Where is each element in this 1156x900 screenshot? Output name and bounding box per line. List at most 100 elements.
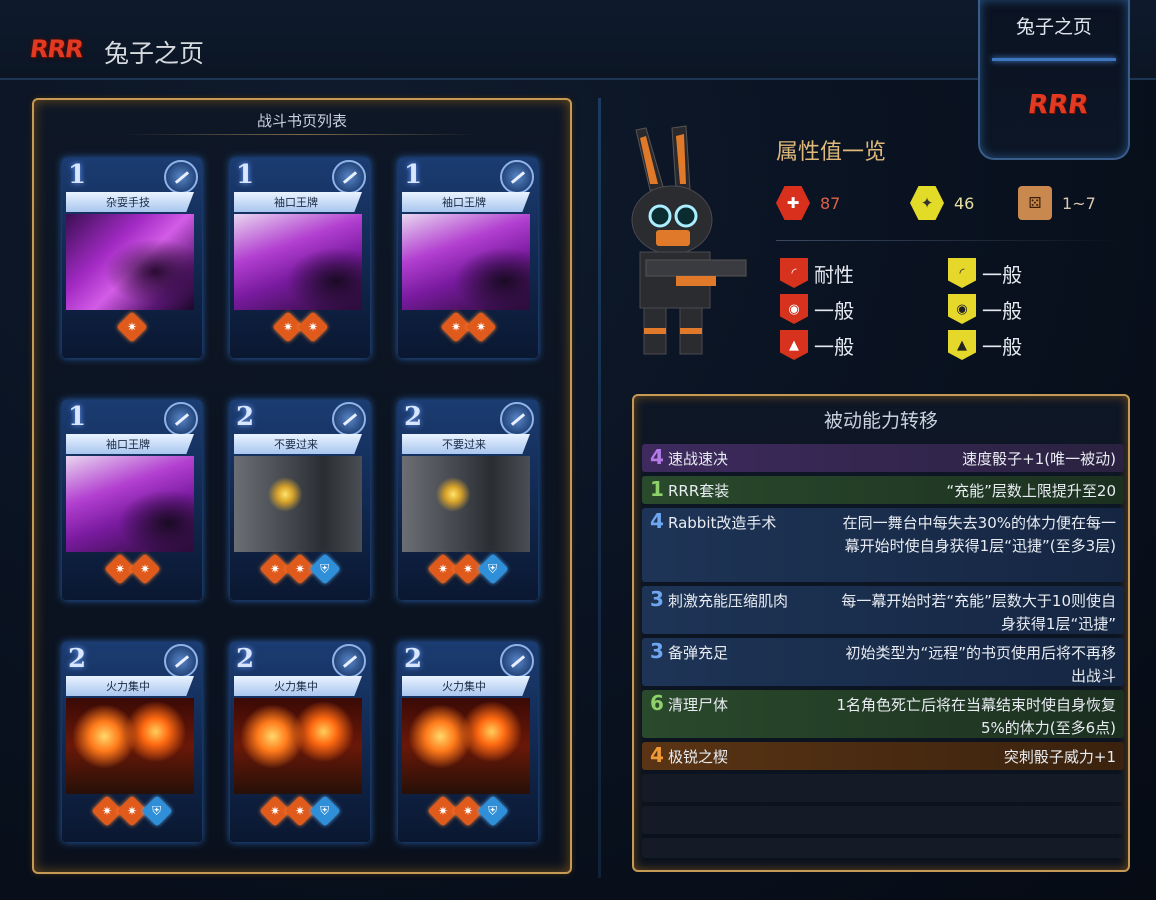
card-cost: 2 — [236, 402, 255, 432]
card-name: 不要过来 — [274, 438, 318, 451]
passive-row[interactable]: 4 Rabbit改造手术 在同一舞台中每失去30%的体力便在每一幕开始时使自身获得1… — [642, 508, 1124, 582]
combat-page-card[interactable]: 1 袖口王牌 ✷ ✷ — [62, 400, 202, 600]
attack-die-icon: ✷ — [116, 311, 148, 343]
panel-separator — [598, 98, 601, 878]
passive-cost: 3 — [650, 639, 664, 663]
card-cost: 2 — [404, 402, 423, 432]
pierce-icon: ◉ — [948, 294, 976, 324]
attack-die-icon: ✷ — [128, 553, 161, 585]
card-dice-row: ✷ ✷ — [398, 311, 538, 343]
card-dice-row: ✷ ✷ ⛨ — [230, 553, 370, 585]
passive-description: 突刺骰子威力+1 — [1003, 748, 1116, 766]
card-artwork — [234, 214, 362, 310]
card-artwork — [66, 214, 194, 310]
card-name: 袖口王牌 — [442, 196, 486, 209]
combat-page-card[interactable]: 1 杂耍手技 ✷ — [62, 158, 202, 358]
card-cost: 1 — [404, 160, 423, 190]
card-artwork — [234, 698, 362, 794]
card-panel-title: 战斗书页列表 — [256, 112, 347, 130]
hp-icon: ✚ — [776, 186, 810, 220]
passive-name: Rabbit改造手术 — [668, 514, 777, 532]
stagger-value: 46 — [954, 193, 975, 213]
combat-page-card[interactable]: 1 袖口王牌 ✷ ✷ — [230, 158, 370, 358]
card-cost: 1 — [68, 402, 87, 432]
passive-description: 每一幕开始时若“充能”层数大于10则使自身获得1层“迅捷” — [841, 592, 1116, 633]
card-artwork — [66, 698, 194, 794]
card-name: 火力集中 — [442, 680, 486, 693]
card-cost: 1 — [236, 160, 255, 190]
passive-name: RRR套装 — [668, 482, 730, 500]
speed-dice-icon: ⚄ — [1018, 186, 1052, 220]
rrr-logo: RRR — [27, 35, 85, 63]
defense-die-icon: ⛨ — [141, 795, 173, 827]
card-dice-row: ✷ ✷ — [230, 311, 370, 343]
card-cost: 2 — [236, 644, 255, 674]
passive-transfer-panel: 被动能力转移 4 速战速决 速度骰子+1(唯一被动) 1 RRR套装 “充能”层数上限提升… — [632, 394, 1130, 872]
passive-name: 刺激充能压缩肌肉 — [668, 592, 789, 610]
slash-icon: ◜ — [948, 258, 976, 288]
stagger-stat: ✦ 46 — [910, 186, 974, 220]
card-artwork — [402, 698, 530, 794]
attack-die-icon: ✷ — [296, 311, 329, 343]
stagger-resist-slash: ◜ 一般 — [948, 258, 1022, 288]
passive-description: 在同一舞台中每失去30%的体力便在每一幕开始时使自身获得1层“迅捷”(至多3层) — [842, 514, 1116, 555]
combat-page-card[interactable]: 2 不要过来 ✷ ✷ ⛨ — [230, 400, 370, 600]
card-name: 袖口王牌 — [106, 438, 150, 451]
passive-cost: 6 — [650, 691, 664, 715]
combat-page-card[interactable]: 2 火力集中 ✷ ✷ ⛨ — [62, 642, 202, 842]
passive-row[interactable]: 4 速战速决 速度骰子+1(唯一被动) — [642, 444, 1124, 472]
card-dice-row: ✷ ✷ ⛨ — [398, 795, 538, 827]
hp-resist-pierce-label: 一般 — [814, 298, 854, 323]
passive-description: “充能”层数上限提升至20 — [946, 482, 1116, 500]
defense-die-icon: ⛨ — [477, 795, 509, 827]
passive-description: 初始类型为“远程”的书页使用后将不再移出战斗 — [845, 644, 1116, 685]
pierce-icon: ◉ — [780, 294, 808, 324]
passive-name: 备弹充足 — [668, 644, 729, 662]
title-divider — [124, 134, 480, 135]
speed-stat: ⚄ 1~7 — [1018, 186, 1096, 220]
hp-resist-blunt-label: 一般 — [814, 334, 854, 359]
passive-row[interactable]: 1 RRR套装 “充能”层数上限提升至20 — [642, 476, 1124, 504]
stats-divider — [776, 240, 1126, 241]
range-type-icon — [332, 160, 366, 194]
passive-row[interactable]: 3 刺激充能压缩肌肉 每一幕开始时若“充能”层数大于10则使自身获得1层“迅捷” — [642, 586, 1124, 634]
defense-die-icon: ⛨ — [309, 553, 341, 585]
stagger-resist-blunt-label: 一般 — [982, 334, 1022, 359]
passive-row-empty — [642, 806, 1124, 834]
range-type-icon — [164, 644, 198, 678]
range-type-icon — [332, 644, 366, 678]
card-dice-row: ✷ ✷ — [62, 553, 202, 585]
stats-title: 属性值一览 — [776, 140, 887, 165]
hp-resist-slash: ◜ 耐性 — [780, 258, 854, 288]
combat-page-card[interactable]: 2 不要过来 ✷ ✷ ⛨ — [398, 400, 538, 600]
passive-cost: 1 — [650, 477, 664, 501]
passive-description: 速度骰子+1(唯一被动) — [962, 450, 1116, 468]
stagger-resist-pierce: ◉ 一般 — [948, 294, 1022, 324]
card-cost: 1 — [68, 160, 87, 190]
defense-die-icon: ⛨ — [477, 553, 509, 585]
combat-page-card[interactable]: 1 袖口王牌 ✷ ✷ — [398, 158, 538, 358]
card-name: 杂耍手技 — [106, 196, 150, 209]
rabbit-character-portrait — [616, 120, 756, 360]
hp-resist-blunt: ▲ 一般 — [780, 330, 854, 360]
range-type-icon — [500, 160, 534, 194]
passive-name: 极锐之楔 — [668, 748, 729, 766]
defense-die-icon: ⛨ — [309, 795, 341, 827]
range-type-icon — [332, 402, 366, 436]
combat-page-card[interactable]: 2 火力集中 ✷ ✷ ⛨ — [398, 642, 538, 842]
passive-row-empty — [642, 774, 1124, 802]
page-title: 兔子之页 — [104, 39, 205, 68]
card-name: 不要过来 — [442, 438, 486, 451]
passive-row[interactable]: 6 清理尸体 1名角色死亡后将在当幕结束时使自身恢复5%的体力(至多6点) — [642, 690, 1124, 738]
range-type-icon — [164, 402, 198, 436]
passive-row[interactable]: 3 备弹充足 初始类型为“远程”的书页使用后将不再移出战斗 — [642, 638, 1124, 686]
passive-row[interactable]: 4 极锐之楔 突刺骰子威力+1 — [642, 742, 1124, 770]
passive-name: 速战速决 — [668, 450, 729, 468]
stagger-resist-slash-label: 一般 — [982, 262, 1022, 287]
page-tab[interactable]: 兔子之页 RRR — [978, 0, 1130, 160]
card-artwork — [66, 456, 194, 552]
range-type-icon — [500, 402, 534, 436]
page-tab-logo: RRR — [1025, 90, 1091, 120]
combat-page-card[interactable]: 2 火力集中 ✷ ✷ ⛨ — [230, 642, 370, 842]
card-name: 火力集中 — [274, 680, 318, 693]
